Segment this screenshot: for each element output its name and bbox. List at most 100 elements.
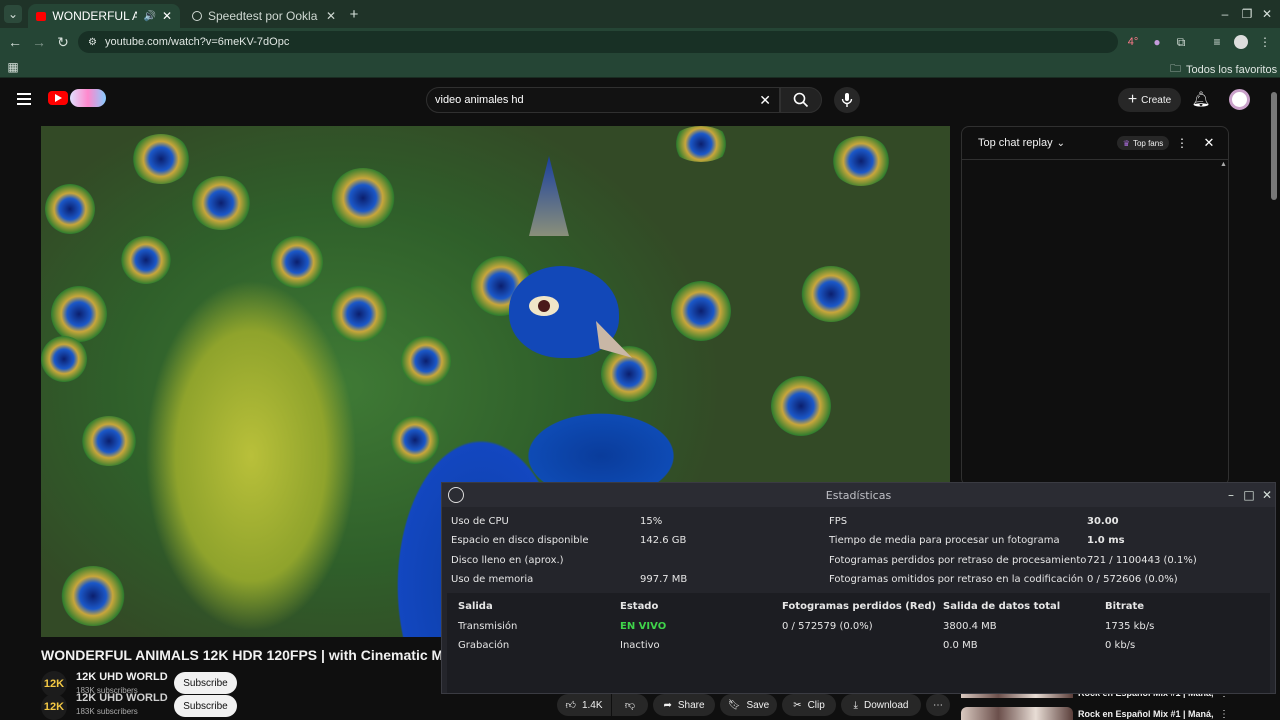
- peacock-feather-eye: [61, 566, 125, 626]
- stat-value: 721 / 1100443 (0.1%): [1087, 555, 1197, 566]
- channel-avatar-text: 12K: [43, 701, 65, 713]
- tab-close-icon[interactable]: ✕: [162, 9, 172, 23]
- share-icon: ➦: [663, 699, 672, 711]
- stat-value: 142.6 GB: [640, 535, 687, 546]
- subscribe-button[interactable]: Subscribe: [174, 672, 237, 694]
- stat-label: Tiempo de media para procesar un fotogra…: [829, 535, 1060, 546]
- extension-icon[interactable]: ●: [1150, 34, 1164, 50]
- tab-title: Speedtest por Ookla - La: [208, 9, 320, 23]
- stat-value: 30.00: [1087, 516, 1119, 527]
- tab-youtube[interactable]: WONDERFUL ANIMA 🔊 ✕: [28, 4, 180, 28]
- extension-icon[interactable]: 4°: [1126, 34, 1140, 50]
- tab-close-icon[interactable]: ✕: [326, 9, 336, 23]
- voice-search-button[interactable]: [834, 87, 860, 113]
- close-window-icon[interactable]: ✕: [1260, 6, 1274, 22]
- stats-titlebar[interactable]: Estadísticas: [442, 483, 1275, 507]
- stats-close-icon[interactable]: ✕: [1261, 487, 1273, 503]
- peacock-feather-eye: [801, 266, 861, 322]
- stats-minimize-icon[interactable]: –: [1225, 487, 1237, 503]
- peacock-feather-eye: [391, 416, 439, 464]
- restore-icon[interactable]: ❐: [1240, 6, 1254, 22]
- outputs-table: Salida Estado Fotogramas perdidos (Red) …: [447, 593, 1270, 693]
- search-icon: [793, 92, 809, 108]
- dislike-button[interactable]: 👎︎: [612, 694, 648, 716]
- extensions-puzzle-icon[interactable]: ⧉: [1174, 34, 1188, 50]
- browser-tab-bar: ⌄ WONDERFUL ANIMA 🔊 ✕ Speedtest por Ookl…: [0, 0, 1280, 28]
- channel-name[interactable]: 12K UHD WORLD: [76, 671, 168, 683]
- reload-icon[interactable]: ↻: [56, 34, 70, 50]
- recommended-thumbnail[interactable]: [961, 707, 1073, 720]
- chevron-down-icon: ⌄: [1056, 137, 1065, 149]
- peacock-feather-eye: [601, 346, 657, 402]
- stat-label: Fotogramas omitidos por retraso en la co…: [829, 574, 1084, 585]
- search-input[interactable]: video animales hd ✕: [426, 87, 780, 113]
- browser-menu-icon[interactable]: ⋮: [1258, 34, 1272, 50]
- peacock-feather-eye: [121, 236, 171, 284]
- back-icon[interactable]: ←: [8, 34, 22, 50]
- table-cell: 1735 kb/s: [1105, 621, 1155, 632]
- site-info-icon[interactable]: ⚙: [88, 37, 97, 48]
- table-header: Fotogramas perdidos (Red): [782, 601, 937, 612]
- apps-grid-icon[interactable]: ▦: [6, 59, 20, 75]
- create-label: Create: [1141, 94, 1172, 106]
- top-fans-label: Top fans: [1132, 138, 1164, 148]
- thumbs-up-icon: 👍︎: [565, 700, 576, 711]
- stats-maximize-icon[interactable]: □: [1243, 487, 1255, 503]
- youtube-favicon-icon: [36, 11, 47, 21]
- clip-button[interactable]: ✂ Clip: [782, 694, 836, 716]
- live-chat-panel: Top chat replay ⌄ ♛ Top fans ⋮ ✕ ▲: [961, 126, 1229, 486]
- chat-mode-dropdown[interactable]: Top chat replay ⌄: [978, 137, 1065, 149]
- clip-label: Clip: [807, 699, 825, 711]
- subscriber-count-duplicate: 183K subscribers: [76, 707, 138, 716]
- peacock-feather-eye: [81, 416, 137, 466]
- clear-search-icon[interactable]: ✕: [759, 92, 771, 109]
- table-cell: 0 / 572579 (0.0%): [782, 621, 873, 632]
- forward-icon[interactable]: →: [32, 34, 46, 50]
- like-button[interactable]: 👍︎ 1.4K: [557, 694, 611, 716]
- chat-close-icon[interactable]: ✕: [1202, 135, 1216, 151]
- all-bookmarks-folder[interactable]: 🗀 Todos los favoritos: [1170, 60, 1277, 79]
- media-control-icon[interactable]: ≡: [1210, 34, 1224, 50]
- table-cell: Inactivo: [620, 640, 660, 651]
- page-scrollbar-thumb[interactable]: [1271, 92, 1277, 200]
- peacock-feather-eye: [401, 336, 451, 386]
- notifications-bell-icon[interactable]: 🔔︎: [1191, 90, 1210, 108]
- address-bar[interactable]: ⚙ youtube.com/watch?v=6meKV-7dOpc: [78, 31, 1118, 53]
- youtube-logo-icon[interactable]: [48, 91, 68, 105]
- account-avatar[interactable]: [1229, 89, 1250, 110]
- peacock-feather-eye: [41, 336, 87, 382]
- stats-window-title: Estadísticas: [825, 488, 892, 502]
- more-actions-button[interactable]: ⋯: [926, 694, 950, 716]
- peacock-feather-eye: [191, 176, 251, 230]
- chat-menu-icon[interactable]: ⋮: [1176, 135, 1188, 151]
- channel-name-duplicate: 12K UHD WORLD: [76, 692, 168, 704]
- folder-icon: 🗀: [1170, 63, 1181, 75]
- chat-scroll-up-icon[interactable]: ▲: [1220, 161, 1227, 168]
- recommended-menu-icon[interactable]: ⋮: [1219, 709, 1229, 720]
- more-horizontal-icon: ⋯: [933, 699, 943, 711]
- doodle-logo-icon[interactable]: [70, 89, 106, 107]
- channel-avatar-duplicate[interactable]: 12K: [41, 694, 67, 720]
- subscribe-button-duplicate[interactable]: Subscribe: [174, 695, 237, 717]
- peacock-feather-eye: [271, 236, 323, 288]
- peacock-feather-eye: [771, 376, 831, 436]
- profile-avatar[interactable]: [1234, 35, 1248, 49]
- minimize-icon[interactable]: –: [1218, 6, 1232, 22]
- table-cell: Grabación: [458, 640, 510, 651]
- save-button[interactable]: 🔖︎ Save: [720, 694, 777, 716]
- share-button[interactable]: ➦ Share: [653, 694, 715, 716]
- tab-search-icon[interactable]: ⌄: [4, 5, 22, 23]
- table-header: Salida: [458, 601, 493, 612]
- top-fans-button[interactable]: ♛ Top fans: [1117, 136, 1169, 150]
- hamburger-menu-icon[interactable]: [17, 93, 31, 105]
- new-tab-icon[interactable]: +: [346, 5, 362, 23]
- video-title: WONDERFUL ANIMALS 12K HDR 120FPS | with …: [41, 647, 441, 663]
- download-button[interactable]: ⤓ Download: [841, 694, 921, 716]
- stat-value: 1.0 ms: [1087, 535, 1125, 546]
- tab-speedtest[interactable]: Speedtest por Ookla - La ✕: [184, 4, 344, 28]
- recommended-title[interactable]: Rock en Español Mix #1 | Maná,: [1078, 709, 1214, 719]
- search-button[interactable]: [780, 87, 822, 113]
- save-label: Save: [746, 699, 770, 711]
- download-label: Download: [863, 699, 909, 711]
- create-button[interactable]: + Create: [1118, 88, 1181, 112]
